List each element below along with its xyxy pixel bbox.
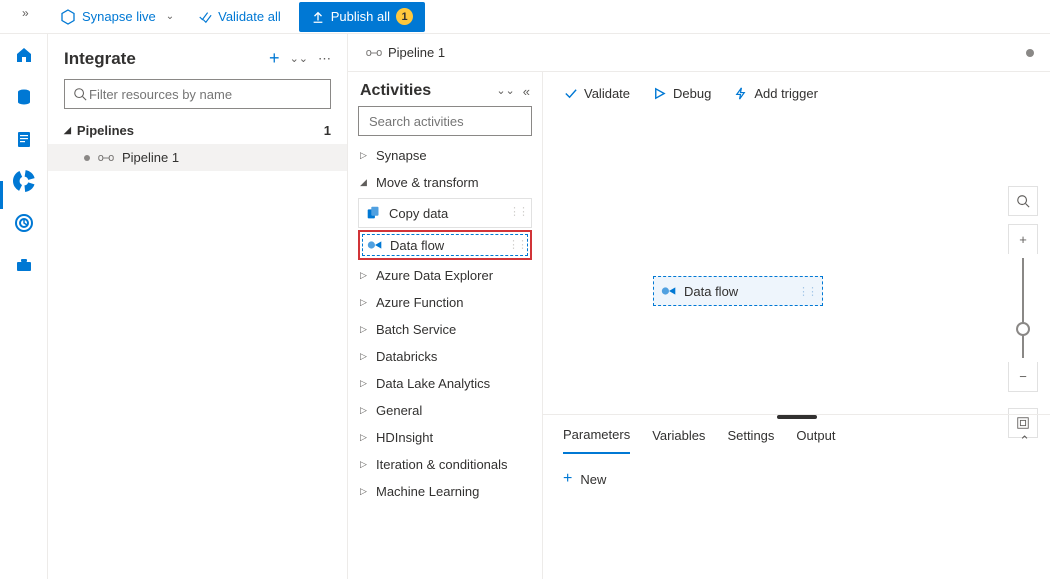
trigger-icon	[733, 86, 748, 101]
activity-group-databricks[interactable]: ▷Databricks	[348, 343, 542, 370]
canvas-search-button[interactable]	[1008, 186, 1038, 216]
editor-tabstrip: Pipeline 1	[348, 34, 1050, 72]
check-icon	[563, 86, 578, 101]
nav-rail	[0, 34, 48, 579]
manage-icon[interactable]	[13, 254, 35, 276]
validate-all-button[interactable]: Validate all	[188, 0, 291, 34]
zoom-in-button[interactable]: +	[1008, 224, 1038, 254]
activities-list: ▷Synapse ◢Move & transform Copy data⋮⋮ D…	[348, 142, 542, 579]
develop-icon[interactable]	[13, 128, 35, 150]
activity-group-azure-function[interactable]: ▷Azure Function	[348, 289, 542, 316]
activity-group-synapse[interactable]: ▷Synapse	[348, 142, 542, 169]
new-parameter-button[interactable]: + New	[563, 470, 1030, 488]
search-activities-field[interactable]	[367, 113, 547, 130]
home-icon[interactable]	[13, 44, 35, 66]
unsaved-indicator-icon	[1026, 49, 1034, 57]
activity-group-iteration[interactable]: ▷Iteration & conditionals	[348, 451, 542, 478]
activity-group-ade[interactable]: ▷Azure Data Explorer	[348, 262, 542, 289]
collapse-properties-icon[interactable]: ⌃	[1019, 433, 1030, 449]
workspace-selector[interactable]: Synapse live ⌄	[50, 0, 184, 34]
search-icon	[73, 87, 87, 101]
validate-all-label: Validate all	[218, 9, 281, 24]
activities-panel: Activities ⌄⌄ « ▷Synapse ◢Move & transfo…	[348, 72, 543, 579]
canvas-area: Validate Debug Add trigger Data flow	[543, 72, 1050, 579]
pipeline-canvas[interactable]: Data flow ⋮⋮ + −	[543, 116, 1050, 414]
pipelines-group[interactable]: ◢Pipelines 1	[48, 117, 347, 144]
top-toolbar: Synapse live ⌄ Validate all Publish all …	[0, 0, 1050, 34]
integrate-title: Integrate	[64, 49, 136, 69]
pipeline-item[interactable]: Pipeline 1	[48, 144, 347, 171]
canvas-node-data-flow[interactable]: Data flow ⋮⋮	[653, 276, 823, 306]
integrate-icon[interactable]	[13, 170, 35, 192]
hide-activities-icon[interactable]: «	[523, 84, 530, 99]
monitor-icon[interactable]	[13, 212, 35, 234]
add-trigger-button[interactable]: Add trigger	[733, 86, 818, 101]
activities-title: Activities	[360, 82, 431, 100]
properties-tabs: Parameters Variables Settings Output ⌃	[543, 415, 1050, 454]
activity-group-ml[interactable]: ▷Machine Learning	[348, 478, 542, 505]
filter-resources-input[interactable]	[64, 79, 331, 109]
panel-resize-handle[interactable]	[777, 415, 817, 419]
chevron-down-icon: ⌄	[166, 11, 174, 22]
publish-all-label: Publish all	[331, 9, 390, 24]
activity-data-flow[interactable]: Data flow⋮⋮	[358, 230, 532, 260]
check-all-icon	[198, 10, 212, 24]
pipeline-icon	[98, 152, 114, 164]
data-flow-icon	[660, 282, 678, 300]
zoom-slider[interactable]	[1022, 258, 1024, 358]
upload-icon	[311, 10, 325, 24]
add-resource-button[interactable]: +	[269, 48, 280, 69]
zoom-out-button[interactable]: −	[1008, 362, 1038, 392]
zoom-thumb[interactable]	[1016, 322, 1030, 336]
collapse-activities-icon[interactable]: ⌄⌄	[496, 84, 514, 99]
properties-panel: Parameters Variables Settings Output ⌃ +…	[543, 414, 1050, 579]
tab-variables[interactable]: Variables	[652, 428, 705, 453]
plus-icon: +	[563, 470, 572, 488]
collapse-all-icon[interactable]: ⌄⌄	[290, 52, 308, 65]
copy-data-icon	[365, 204, 383, 222]
tab-label: Pipeline 1	[388, 45, 445, 60]
active-indicator	[0, 181, 3, 209]
canvas-controls: + −	[1008, 186, 1038, 446]
pipeline-item-label: Pipeline 1	[122, 150, 179, 165]
tab-pipeline1[interactable]: Pipeline 1	[358, 41, 453, 64]
pipelines-count: 1	[324, 123, 331, 138]
pipelines-label: Pipelines	[77, 123, 134, 138]
tab-settings[interactable]: Settings	[727, 428, 774, 453]
validate-button[interactable]: Validate	[563, 86, 630, 101]
filter-resources-field[interactable]	[87, 86, 322, 103]
debug-button[interactable]: Debug	[652, 86, 711, 101]
canvas-toolbar: Validate Debug Add trigger	[543, 72, 1050, 116]
hexagon-icon	[60, 9, 76, 25]
activity-group-dla[interactable]: ▷Data Lake Analytics	[348, 370, 542, 397]
activity-group-batch[interactable]: ▷Batch Service	[348, 316, 542, 343]
data-icon[interactable]	[13, 86, 35, 108]
publish-count-badge: 1	[396, 8, 413, 25]
workspace-label: Synapse live	[82, 9, 156, 24]
activity-group-general[interactable]: ▷General	[348, 397, 542, 424]
publish-all-button[interactable]: Publish all 1	[299, 2, 425, 32]
expand-rail-icon[interactable]: »	[22, 6, 29, 20]
tab-parameters[interactable]: Parameters	[563, 427, 630, 454]
unsaved-dot-icon	[84, 155, 90, 161]
integrate-panel: Integrate + ⌄⌄ ⋯ ◢Pipelines 1 Pipeline 1	[48, 34, 348, 579]
more-icon[interactable]: ⋯	[318, 51, 331, 67]
tab-output[interactable]: Output	[796, 428, 835, 453]
search-activities-input[interactable]	[358, 106, 532, 136]
pipeline-icon	[366, 47, 382, 59]
activity-copy-data[interactable]: Copy data⋮⋮	[358, 198, 532, 228]
activity-group-move-transform[interactable]: ◢Move & transform	[348, 169, 542, 196]
activity-group-hdinsight[interactable]: ▷HDInsight	[348, 424, 542, 451]
data-flow-icon	[366, 236, 384, 254]
play-icon	[652, 86, 667, 101]
